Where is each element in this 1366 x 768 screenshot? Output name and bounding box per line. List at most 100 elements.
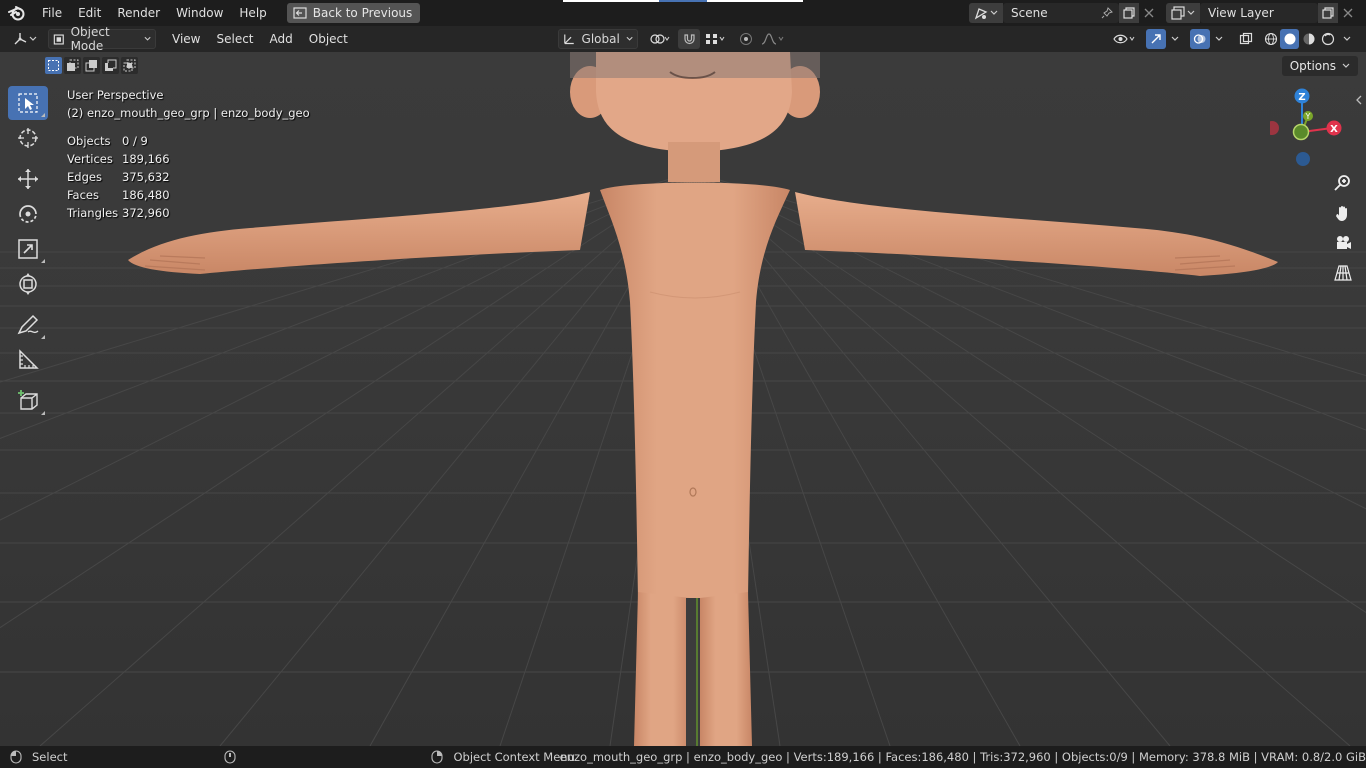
tool-rotate[interactable] [8, 197, 48, 231]
mouse-left-icon [10, 750, 22, 764]
menu-render[interactable]: Render [109, 0, 168, 26]
mode-dropdown[interactable]: Object Mode [48, 25, 156, 53]
proportional-editing-toggle[interactable] [736, 29, 756, 49]
chevron-down-icon [626, 36, 633, 41]
close-icon [1343, 8, 1353, 18]
selection-mode-group [45, 57, 138, 74]
view-layer-browse-button[interactable] [1166, 3, 1200, 23]
gizmo-dropdown[interactable] [1167, 29, 1183, 49]
shading-wireframe-button[interactable] [1261, 29, 1280, 49]
tool-cursor[interactable] [8, 121, 48, 155]
scene-browse-button[interactable] [969, 3, 1003, 23]
back-icon [293, 7, 307, 19]
stat-row: Objects 0 / 9 [67, 132, 310, 150]
material-sphere-icon [1303, 33, 1314, 45]
camera-view-button[interactable] [1330, 230, 1356, 256]
shading-solid-button[interactable] [1280, 29, 1299, 49]
camera-icon [1337, 236, 1351, 249]
tool-measure[interactable] [8, 343, 48, 377]
menu-object[interactable]: Object [301, 32, 356, 46]
close-icon [1144, 8, 1154, 18]
tool-move[interactable] [8, 162, 48, 196]
select-intersect-icon [123, 59, 136, 72]
workspace-tab-indicator [563, 0, 803, 2]
tool-annotate[interactable] [8, 308, 48, 342]
select-difference-button[interactable] [102, 57, 119, 74]
overlays-dropdown[interactable] [1211, 29, 1227, 49]
menu-edit[interactable]: Edit [70, 0, 109, 26]
pin-icon[interactable] [1101, 7, 1113, 19]
duplicate-icon [1123, 7, 1135, 19]
pivot-icon [650, 34, 670, 44]
scene-name-field[interactable]: Scene [1003, 3, 1119, 23]
gizmo-y-label: Y [1305, 112, 1311, 121]
options-dropdown[interactable]: Options [1281, 56, 1358, 76]
transform-orientation-dropdown[interactable]: Global [558, 29, 638, 49]
scene-icon [974, 8, 988, 20]
delete-view-layer-button[interactable] [1338, 3, 1358, 23]
shading-dropdown[interactable] [1339, 29, 1355, 49]
select-new-icon [48, 60, 59, 71]
tool-transform[interactable] [8, 267, 48, 301]
new-scene-button[interactable] [1119, 3, 1139, 23]
sidebar-toggle-chevron-icon[interactable] [1354, 94, 1364, 106]
add-cube-icon [18, 390, 38, 410]
new-view-layer-button[interactable] [1318, 3, 1338, 23]
eye-icon [1113, 34, 1135, 44]
menu-add[interactable]: Add [262, 32, 301, 46]
select-new-button[interactable] [45, 57, 62, 74]
pivot-point-button[interactable] [645, 29, 675, 49]
snap-grid-icon [706, 34, 725, 44]
options-label: Options [1289, 59, 1336, 73]
menu-select[interactable]: Select [208, 32, 261, 46]
viewport-info-overlay: User Perspective (2) enzo_mouth_geo_grp … [67, 86, 310, 222]
duplicate-icon [1322, 7, 1334, 19]
chevron-down-icon [144, 36, 151, 41]
view-layer-selector: View Layer [1166, 3, 1358, 23]
select-subtract-button[interactable] [83, 57, 100, 74]
gizmo-toggle[interactable] [1146, 29, 1166, 49]
editor-type-button[interactable] [8, 29, 42, 49]
snap-target-dropdown[interactable] [701, 29, 731, 49]
menu-file[interactable]: File [34, 0, 70, 26]
select-intersect-button[interactable] [121, 57, 138, 74]
orientation-global-icon [564, 34, 574, 45]
visibility-dropdown[interactable] [1110, 29, 1140, 49]
shading-rendered-button[interactable] [1318, 29, 1337, 49]
back-to-previous-button[interactable]: Back to Previous [286, 3, 421, 23]
tool-scale[interactable] [8, 232, 48, 266]
chevron-down-icon [1215, 36, 1223, 41]
shading-material-button[interactable] [1299, 29, 1318, 49]
menu-window[interactable]: Window [168, 0, 231, 26]
navigation-gizmo[interactable]: Z Y X [1270, 86, 1350, 170]
xray-toggle[interactable] [1236, 29, 1256, 49]
pan-button[interactable] [1330, 200, 1356, 226]
3d-viewport[interactable]: User Perspective (2) enzo_mouth_geo_grp … [0, 52, 1366, 746]
snap-toggle[interactable] [678, 29, 700, 49]
stat-value: 375,632 [122, 170, 170, 184]
tool-add-cube[interactable] [8, 384, 48, 418]
status-context-menu-hint: Object Context Menu [453, 750, 575, 764]
gizmo-neg-x [1270, 121, 1279, 135]
blender-logo-icon[interactable] [0, 0, 34, 26]
top-menu-bar: File Edit Render Window Help Back to Pre… [0, 0, 1366, 26]
view-name: User Perspective [67, 88, 164, 102]
menu-help[interactable]: Help [231, 0, 274, 26]
cursor-icon [18, 128, 38, 148]
scene-name: Scene [1011, 6, 1048, 20]
view-layer-name-field[interactable]: View Layer [1200, 3, 1318, 23]
zoom-button[interactable] [1330, 170, 1356, 196]
overlays-toggle[interactable] [1190, 29, 1210, 49]
perspective-toggle-button[interactable] [1330, 260, 1356, 286]
delete-scene-button[interactable] [1139, 3, 1159, 23]
select-extend-button[interactable] [64, 57, 81, 74]
menu-view[interactable]: View [164, 32, 208, 46]
falloff-dropdown[interactable] [758, 29, 788, 49]
tool-select-box[interactable] [8, 86, 48, 120]
select-box-icon [18, 93, 38, 113]
scene-selector: Scene [969, 3, 1159, 23]
select-extend-icon [67, 59, 79, 71]
stat-value: 0 / 9 [122, 134, 148, 148]
scene-statistics: Objects 0 / 9 Vertices 189,166 Edges 375,63… [67, 132, 310, 222]
3d-viewport-icon [14, 33, 27, 45]
